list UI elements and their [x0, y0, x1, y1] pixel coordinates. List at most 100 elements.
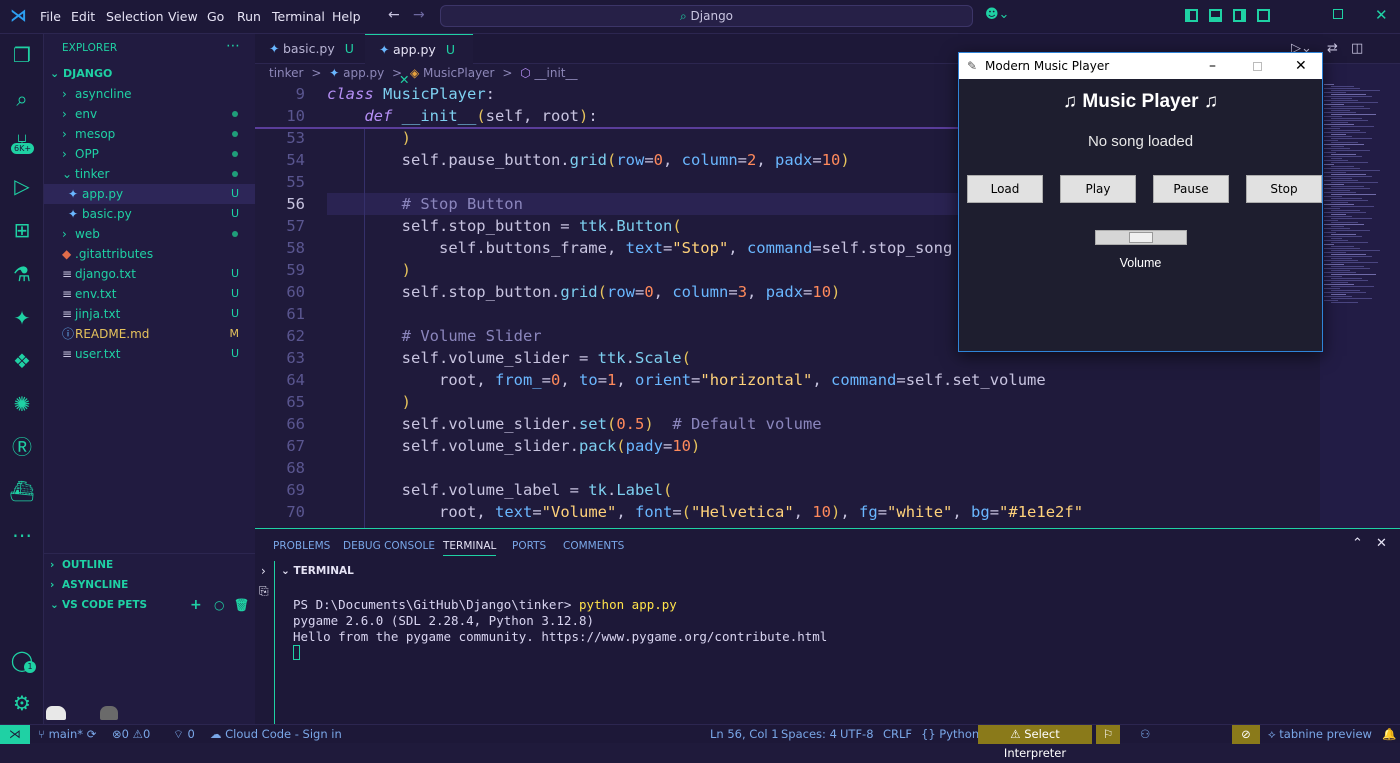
toggle-secondary-sidebar-icon[interactable] [1233, 9, 1246, 22]
language-mode[interactable]: {} Python [921, 725, 979, 744]
run-debug-icon[interactable]: ▷ [9, 173, 35, 199]
encoding[interactable]: UTF-8 [840, 725, 874, 744]
pause-button[interactable]: Pause [1153, 175, 1229, 203]
code-line[interactable]: 66 self.volume_slider.set(0.5) # Default… [255, 413, 1300, 435]
volume-slider-thumb[interactable] [1129, 232, 1153, 243]
vscode-pets-section[interactable]: ⌄ VS CODE PETS + ○ 🗑 [44, 595, 255, 615]
extensions-icon[interactable]: ⊞ [9, 217, 35, 243]
tab-ports[interactable]: PORTS [512, 540, 546, 552]
pet-dog-icon[interactable] [46, 706, 66, 720]
gemini-sparkle-icon[interactable]: ✦ [9, 305, 35, 331]
ports-indicator[interactable]: ⌔ 0 [173, 725, 195, 744]
code-line[interactable]: 68 [255, 457, 1300, 479]
tab-debug-console[interactable]: DEBUG CONSOLE [343, 540, 435, 552]
cloud-code-indicator[interactable]: ☁ Cloud Code - Sign in [210, 725, 342, 744]
terminal-prompt-line[interactable]: PS D:\Documents\GitHub\Django\tinker> py… [293, 597, 677, 613]
notifications-icon[interactable]: 🔔 [1382, 725, 1396, 744]
breadcrumb-folder[interactable]: tinker [269, 66, 303, 80]
toggle-sidebar-icon[interactable] [1185, 9, 1198, 22]
restore-window-icon[interactable] [1333, 9, 1343, 19]
tab-app-py[interactable]: ✦ app.py U ✕ [365, 34, 473, 87]
maximize-panel-icon[interactable]: ⌃ [1352, 536, 1363, 551]
terminal-header[interactable]: ⌄ TERMINAL [281, 565, 354, 577]
play-button[interactable]: Play [1060, 175, 1136, 203]
pet-cat-icon[interactable] [100, 706, 118, 720]
asyncline-section[interactable]: › ASYNCLINE [44, 575, 255, 595]
menu-view[interactable]: View [168, 9, 198, 24]
close-panel-icon[interactable]: ✕ [1376, 536, 1387, 551]
tab-terminal[interactable]: TERMINAL [443, 540, 497, 556]
breadcrumb-method[interactable]: __init__ [535, 66, 578, 80]
explorer-icon[interactable]: ❐ [9, 42, 35, 68]
minimap[interactable] [1320, 64, 1400, 528]
lightbulb-icon[interactable]: ⚐ [1096, 725, 1120, 744]
toggle-panel-icon[interactable] [1209, 9, 1222, 22]
maximize-icon[interactable] [1253, 62, 1262, 71]
terminal-list-chevron-icon[interactable]: › [261, 564, 266, 578]
tab-basic-py[interactable]: ✦ basic.py U [255, 34, 365, 64]
testing-flask-icon[interactable]: ⚗ [9, 261, 35, 287]
tree-item[interactable]: ≡ user.txt U [44, 344, 255, 364]
tab-problems[interactable]: PROBLEMS [273, 540, 330, 552]
line-ending[interactable]: CRLF [883, 725, 912, 744]
command-center-search[interactable]: ⌕ Django [440, 5, 973, 27]
tree-item[interactable]: › web [44, 224, 255, 244]
menu-selection[interactable]: Selection [106, 9, 164, 24]
manage-gear-icon[interactable]: ⚙ [9, 690, 35, 716]
back-arrow-icon[interactable]: ← [388, 7, 400, 23]
menu-run[interactable]: Run [237, 9, 261, 24]
volume-slider[interactable] [1095, 230, 1187, 245]
tree-item[interactable]: ≡ django.txt U [44, 264, 255, 284]
menu-terminal[interactable]: Terminal [272, 9, 325, 24]
stop-button[interactable]: Stop [1246, 175, 1322, 203]
code-line[interactable]: 64 root, from_=0, to=1, orient="horizont… [255, 369, 1300, 391]
ball-icon[interactable]: ○ [214, 595, 224, 615]
tree-item[interactable]: ◆ .gitattributes [44, 244, 255, 264]
bell-icon[interactable]: ⚇ [1140, 725, 1150, 744]
close-icon[interactable]: ✕ [1295, 53, 1307, 79]
tree-item[interactable]: › env [44, 104, 255, 124]
load-button[interactable]: Load [967, 175, 1043, 203]
outline-section[interactable]: › OUTLINE [44, 555, 255, 575]
select-interpreter[interactable]: ⚠ Select Interpreter [978, 725, 1092, 760]
minimize-icon[interactable]: – [1209, 53, 1216, 79]
menu-help[interactable]: Help [332, 9, 361, 24]
workspace-root[interactable]: ⌄ DJANGO [44, 64, 255, 84]
menu-edit[interactable]: Edit [71, 9, 95, 24]
tabnine-status[interactable]: ⟡ tabnine preview [1268, 725, 1372, 744]
split-editor-icon[interactable]: ◫ [1351, 41, 1363, 56]
compare-icon[interactable]: ⇄ [1327, 41, 1338, 56]
code-line[interactable]: 67 self.volume_slider.pack(pady=10) [255, 435, 1300, 457]
remote-explorer-icon[interactable]: ❖ [9, 348, 35, 374]
indentation[interactable]: Spaces: 4 [781, 725, 837, 744]
tree-item[interactable]: ≡ jinja.txt U [44, 304, 255, 324]
breadcrumb-file[interactable]: app.py [343, 66, 384, 80]
r-language-icon[interactable]: Ⓡ [9, 434, 35, 460]
terminal-copy-icon[interactable]: ⎘ [259, 584, 269, 599]
code-line[interactable]: 70 root, text="Volume", font=("Helvetica… [255, 501, 1300, 523]
tree-item[interactable]: › asyncline [44, 84, 255, 104]
tab-comments[interactable]: COMMENTS [563, 540, 624, 552]
menu-go[interactable]: Go [207, 9, 224, 24]
problems-indicator[interactable]: ⊗0 ⚠0 [112, 725, 150, 744]
tree-item[interactable]: ≡ env.txt U [44, 284, 255, 304]
tree-item[interactable]: ⌄ tinker [44, 164, 255, 184]
tree-item[interactable]: › mesop [44, 124, 255, 144]
more-icon[interactable]: ⋯ [9, 522, 35, 548]
cursor-position[interactable]: Ln 56, Col 1 [710, 725, 779, 744]
tree-item[interactable]: › OPP [44, 144, 255, 164]
breadcrumb-class[interactable]: MusicPlayer [423, 66, 494, 80]
tree-item[interactable]: ✦ basic.py U [44, 204, 255, 224]
menu-file[interactable]: File [40, 9, 61, 24]
customize-layout-icon[interactable] [1257, 9, 1270, 22]
branch-indicator[interactable]: ⑂ main* ⟳ [38, 725, 96, 744]
chatgpt-icon[interactable]: ✺ [9, 391, 35, 417]
forward-arrow-icon[interactable]: → [413, 7, 425, 23]
search-view-icon[interactable]: ⌕ [9, 86, 35, 112]
tree-item[interactable]: ✦ app.py U [44, 184, 255, 204]
no-broadcast-icon[interactable]: ⊘ [1232, 725, 1260, 744]
copilot-icon[interactable]: ☻⌄ [985, 7, 1009, 22]
trash-icon[interactable]: 🗑 [234, 595, 249, 615]
code-line[interactable]: 69 self.volume_label = tk.Label( [255, 479, 1300, 501]
remote-indicator[interactable]: ⋊ [0, 725, 30, 744]
